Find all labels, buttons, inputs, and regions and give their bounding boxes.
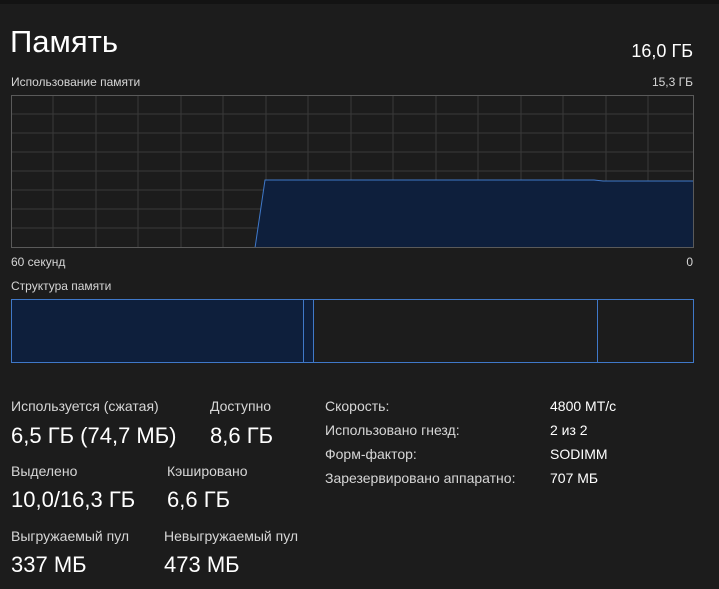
usage-graph-max-label: 15,3 ГБ	[651, 75, 693, 89]
paged-pool-value: 337 МБ	[11, 552, 87, 577]
hardware-reserved-value: 707 МБ	[550, 470, 599, 486]
top-divider	[0, 0, 719, 4]
hardware-reserved-key: Зарезервировано аппаратно:	[325, 470, 516, 486]
non-paged-pool-value: 473 МБ	[164, 552, 240, 577]
total-memory: 16,0 ГБ	[631, 41, 693, 61]
cached-value: 6,6 ГБ	[167, 487, 231, 512]
available-value: 8,6 ГБ	[210, 423, 274, 448]
in-use-value: 6,5 ГБ (74,7 МБ)	[11, 423, 177, 448]
composition-in-use-segment[interactable]	[11, 299, 304, 363]
committed-value: 10,0/16,3 ГБ	[11, 487, 136, 512]
in-use-label: Используется (сжатая)	[11, 398, 159, 414]
composition-standby-segment[interactable]	[313, 299, 598, 363]
form-factor-key: Форм-фактор:	[325, 446, 417, 462]
composition-label: Структура памяти	[11, 279, 112, 293]
composition-free-segment[interactable]	[597, 299, 694, 363]
page-title: Память	[10, 24, 118, 59]
committed-label: Выделено	[11, 463, 78, 479]
composition-modified-segment[interactable]	[303, 299, 314, 363]
speed-key: Скорость:	[325, 398, 390, 414]
speed-value: 4800 МТ/с	[550, 398, 617, 414]
memory-usage-graph	[11, 95, 694, 248]
available-label: Доступно	[210, 398, 272, 414]
cached-label: Кэшировано	[167, 463, 248, 479]
slots-used-value: 2 из 2	[550, 422, 588, 438]
form-factor-value: SODIMM	[550, 446, 608, 462]
graph-zero-label: 0	[686, 255, 693, 269]
memory-composition-bar	[11, 299, 694, 363]
paged-pool-label: Выгружаемый пул	[11, 528, 130, 544]
usage-area	[255, 180, 694, 248]
slots-used-key: Использовано гнезд:	[325, 422, 460, 438]
non-paged-pool-label: Невыгружаемый пул	[164, 528, 299, 544]
graph-time-label: 60 секунд	[11, 255, 66, 269]
usage-graph-label: Использование памяти	[11, 75, 141, 89]
